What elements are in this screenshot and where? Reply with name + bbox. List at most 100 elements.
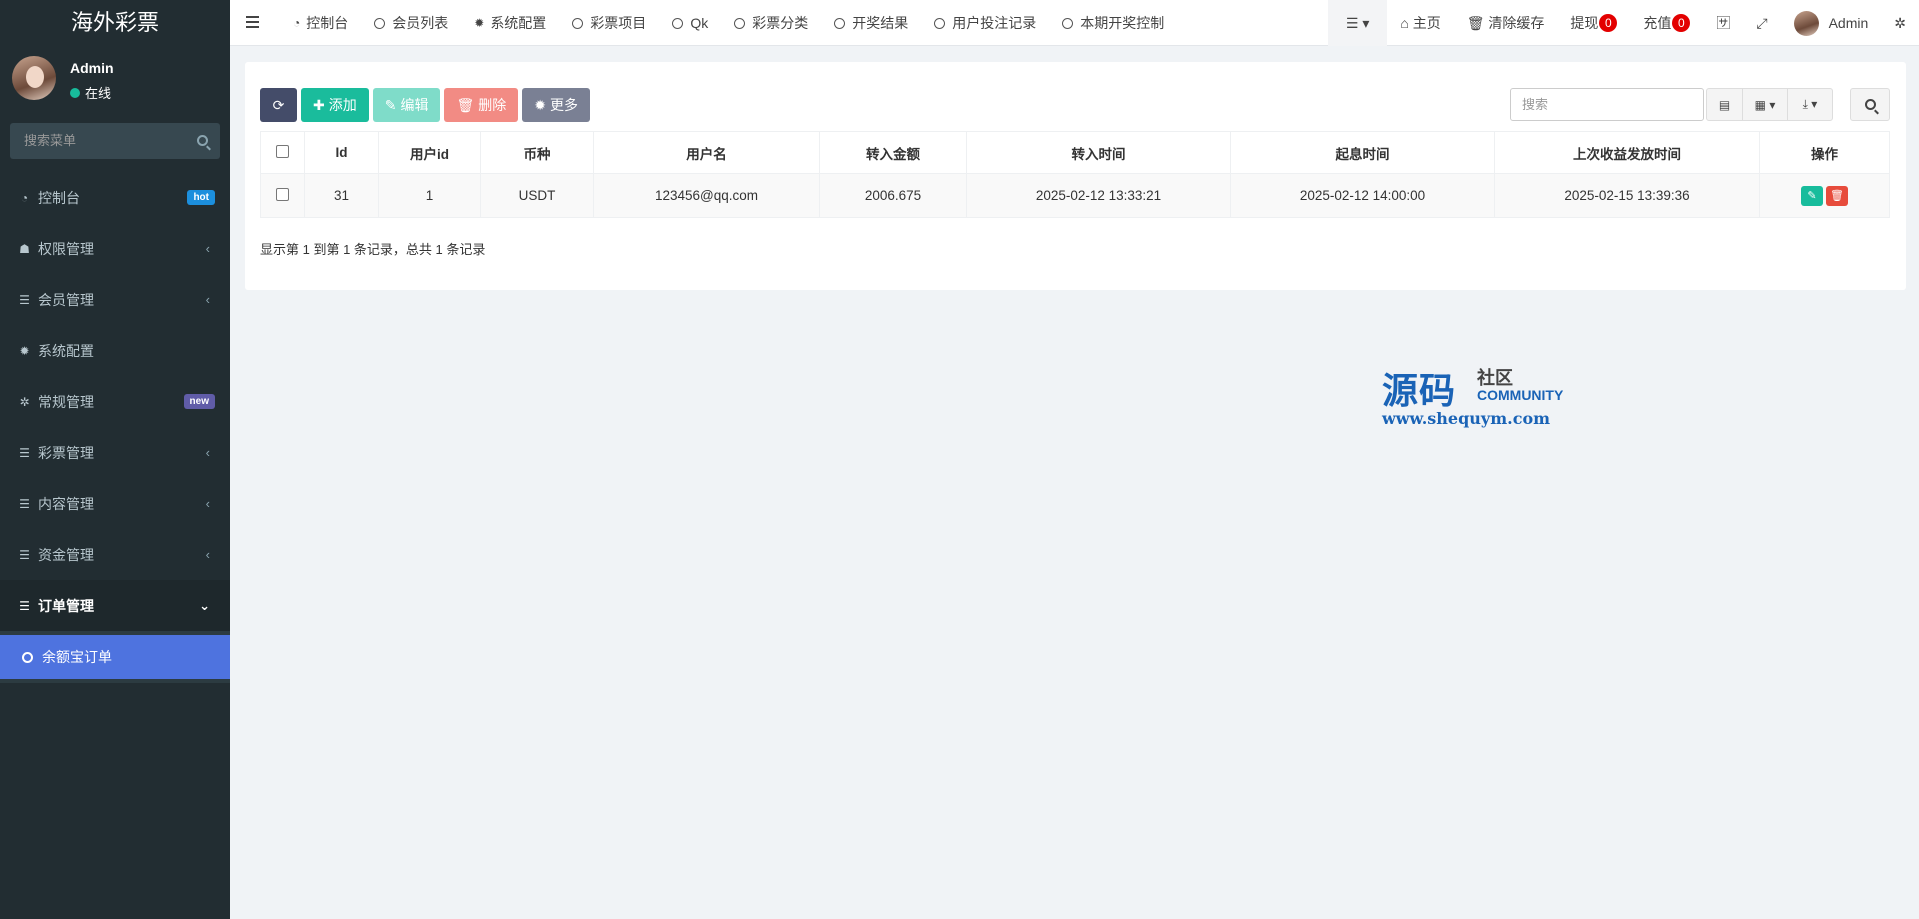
circle-icon (1062, 17, 1074, 29)
list-icon: ☰ (19, 496, 30, 511)
circle-icon (672, 17, 684, 29)
column-header[interactable]: 币种 (480, 131, 594, 174)
search-placeholder: 搜索 (1522, 97, 1549, 112)
search-icon (1864, 99, 1876, 110)
export-button[interactable]: ⤓ ▾ (1787, 88, 1833, 121)
tab-draw-control[interactable]: 本期开奖控制 (1049, 0, 1177, 46)
tab-lottery-items[interactable]: 彩票项目 (559, 0, 659, 46)
sidebar-item-orders[interactable]: ☰ 订单管理 ⌄ (0, 580, 230, 631)
sidebar-item-label: 会员管理 (38, 291, 94, 308)
column-header[interactable]: 用户名 (593, 131, 820, 174)
recharge-link[interactable]: 充值 0 (1630, 0, 1703, 46)
menu-search-placeholder: 搜索菜单 (24, 133, 77, 148)
tab-lottery-category[interactable]: 彩票分类 (721, 0, 821, 46)
row-edit-button[interactable]: ✎ (1801, 185, 1823, 206)
gear-icon: ✹ (474, 16, 485, 30)
column-header[interactable]: 转入金额 (819, 131, 967, 174)
trash-icon: 🗑 (456, 97, 475, 113)
control-sidebar-button[interactable]: ✲ (1881, 0, 1919, 46)
watermark-brand: 源码 (1382, 371, 1457, 412)
row-checkbox[interactable] (276, 187, 289, 201)
toggle-view-button[interactable]: ▤ (1706, 88, 1743, 121)
tab-member-list[interactable]: 会员列表 (361, 0, 461, 46)
watermark-logo: 源码 社区 COMMUNITY www.shequym.com (1382, 362, 1582, 432)
user-status: 在线 (70, 83, 111, 102)
sidebar-item-content[interactable]: ☰ 内容管理 ‹ (0, 478, 230, 529)
dashboard-icon: ◔ (20, 190, 29, 205)
menu-search-input[interactable]: 搜索菜单 (10, 123, 220, 159)
home-link[interactable]: ⌂ 主页 (1387, 0, 1453, 46)
tab-label: 本期开奖控制 (1080, 15, 1165, 31)
table-header-row: Id 用户id 币种 用户名 转入金额 转入时间 起息时间 上次收益发放时间 操… (260, 131, 1890, 174)
plus-icon: ✚ (313, 97, 325, 113)
cell-username: 123456@qq.com (593, 173, 820, 218)
tab-draw-results[interactable]: 开奖结果 (821, 0, 921, 46)
cell-currency: USDT (480, 173, 594, 218)
column-header[interactable]: 转入时间 (966, 131, 1231, 174)
tab-system-config[interactable]: ✹ 系统配置 (461, 0, 559, 46)
fullscreen-button[interactable]: ⤢ (1743, 0, 1780, 46)
admin-user-menu[interactable]: Admin (1781, 0, 1882, 46)
sidebar-toggle-icon[interactable] (246, 16, 259, 28)
tabs-dropdown-button[interactable]: ☰ ▾ (1327, 0, 1388, 46)
recharge-label: 充值 (1643, 15, 1672, 31)
tab-bet-records[interactable]: 用户投注记录 (921, 0, 1049, 46)
top-navbar: ◔ 控制台 会员列表 ✹ 系统配置 彩票项目 Qk 彩票分类 开奖结果 用户投注记录… (230, 0, 1919, 46)
sidebar-item-label: 内容管理 (38, 495, 94, 512)
circle-icon (572, 17, 584, 29)
search-icon[interactable] (197, 135, 208, 146)
sidebar-item-label: 权限管理 (38, 240, 94, 257)
advanced-search-button[interactable] (1850, 88, 1890, 121)
more-label: 更多 (549, 97, 578, 113)
data-table: Id 用户id 币种 用户名 转入金额 转入时间 起息时间 上次收益发放时间 操… (260, 131, 1890, 218)
trash-icon: 🗑 (1466, 14, 1485, 31)
clear-cache-label: 清除缓存 (1488, 15, 1545, 31)
edit-button[interactable]: ✎ 编辑 (372, 88, 441, 122)
chevron-left-icon: ‹ (205, 496, 210, 511)
clear-cache-button[interactable]: 🗑 清除缓存 (1454, 0, 1558, 46)
sidebar-item-funds[interactable]: ☰ 资金管理 ‹ (0, 529, 230, 580)
sidebar-item-system-config[interactable]: ✹ 系统配置 (0, 325, 230, 376)
withdraw-label: 提现 (1570, 15, 1599, 31)
add-button[interactable]: ✚ 添加 (301, 88, 369, 122)
sidebar-item-general[interactable]: ✲ 常规管理 new (0, 376, 230, 427)
delete-button[interactable]: 🗑 删除 (444, 88, 519, 122)
table-row[interactable]: 31 1 USDT 123456@qq.com 2006.675 2025-02… (260, 173, 1890, 218)
withdraw-link[interactable]: 提现 0 (1557, 0, 1630, 46)
sidebar-subitem-label: 余额宝订单 (42, 649, 112, 665)
select-all-checkbox[interactable] (276, 144, 289, 158)
app-logo[interactable]: 海外彩票 (0, 0, 230, 46)
sidebar-item-dashboard[interactable]: ◔ 控制台 hot (0, 172, 230, 223)
more-button[interactable]: ✹ 更多 (522, 88, 590, 122)
gears-icon: ✲ (19, 394, 30, 409)
table-view-controls: ▤ ▦ ▾ ⤓ ▾ (1706, 88, 1833, 121)
list-icon: ☰ (19, 547, 30, 562)
chevron-left-icon: ‹ (205, 292, 210, 307)
column-header[interactable]: 上次收益发放时间 (1494, 131, 1760, 174)
list-icon: ☰ (19, 598, 30, 613)
sidebar-subitem-yuebao-orders[interactable]: 余额宝订单 (0, 635, 230, 679)
tab-dashboard[interactable]: ◔ 控制台 (280, 0, 361, 46)
new-badge: new (183, 394, 215, 409)
column-header[interactable]: 起息时间 (1230, 131, 1495, 174)
sidebar-item-permissions[interactable]: ☗ 权限管理 ‹ (0, 223, 230, 274)
pagination-info: 显示第 1 到第 1 条记录，总共 1 条记录 (260, 242, 486, 257)
refresh-button[interactable]: ⟳ (260, 88, 297, 122)
gear-icon: ✹ (19, 343, 30, 358)
nav-tabs: ◔ 控制台 会员列表 ✹ 系统配置 彩票项目 Qk 彩票分类 开奖结果 用户投注记录… (280, 0, 1177, 46)
columns-button[interactable]: ▦ ▾ (1742, 88, 1788, 121)
table-search-input[interactable]: 搜索 (1510, 88, 1704, 121)
column-header[interactable]: Id (304, 131, 379, 174)
edit-label: 编辑 (400, 97, 429, 113)
card-view-icon: ▤ (1718, 97, 1731, 112)
sidebar-item-members[interactable]: ☰ 会员管理 ‹ (0, 274, 230, 325)
row-delete-button[interactable]: 🗑 (1826, 185, 1848, 206)
gear-icon: ✹ (534, 97, 546, 113)
hot-badge: hot (187, 190, 215, 205)
column-header[interactable]: 用户id (378, 131, 481, 174)
sidebar-item-lottery[interactable]: ☰ 彩票管理 ‹ (0, 427, 230, 478)
tab-qk[interactable]: Qk (659, 0, 721, 46)
cell-interest-start: 2025-02-12 14:00:00 (1230, 173, 1495, 218)
dashboard-icon: ◔ (293, 16, 301, 30)
language-button[interactable]: 🈂 (1703, 0, 1743, 46)
